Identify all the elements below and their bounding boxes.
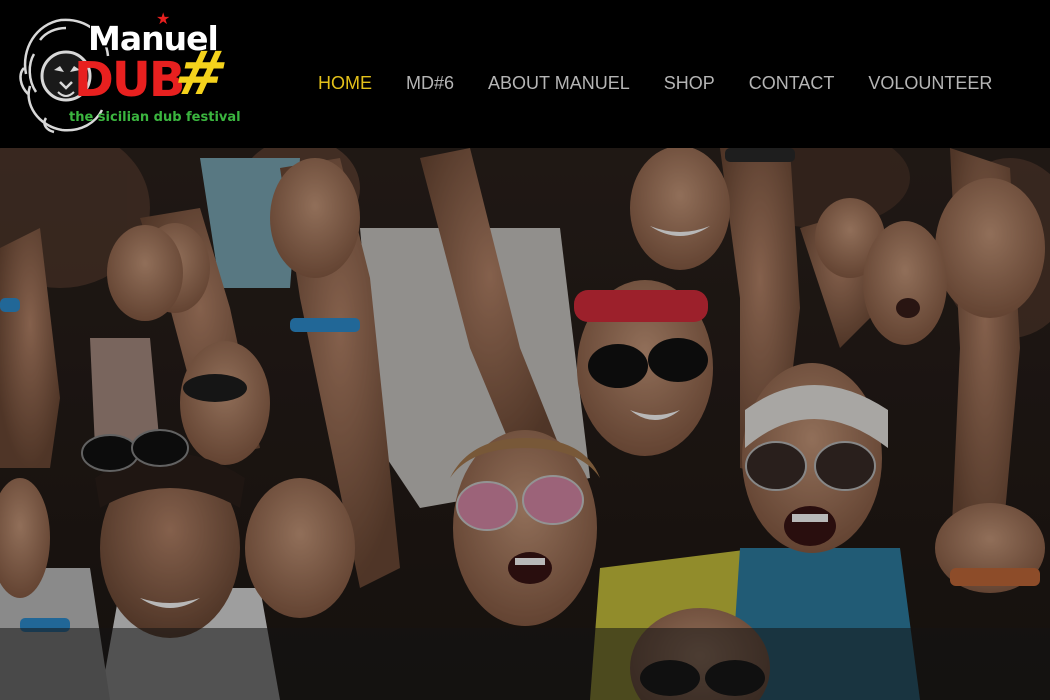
nav-item-volounteer[interactable]: VOLOUNTEER bbox=[868, 70, 992, 96]
site-header: ★ Manuel DUB # the sicilian dub festival… bbox=[0, 0, 1050, 148]
main-nav: HOME MD#6 ABOUT MANUEL SHOP CONTACT VOLO… bbox=[318, 70, 992, 96]
festival-crowd-image bbox=[0, 148, 1050, 700]
nav-item-about-manuel[interactable]: ABOUT MANUEL bbox=[488, 70, 630, 96]
hero-banner bbox=[0, 148, 1050, 700]
logo-dub: DUB bbox=[74, 52, 185, 108]
nav-item-shop[interactable]: SHOP bbox=[664, 70, 715, 96]
nav-item-contact[interactable]: CONTACT bbox=[749, 70, 835, 96]
hero-bottom-bar bbox=[0, 628, 1050, 700]
site-logo[interactable]: ★ Manuel DUB # the sicilian dub festival bbox=[16, 12, 241, 134]
logo-tagline: the sicilian dub festival bbox=[69, 110, 241, 125]
nav-item-md6[interactable]: MD#6 bbox=[406, 70, 454, 96]
nav-item-home[interactable]: HOME bbox=[318, 70, 372, 96]
